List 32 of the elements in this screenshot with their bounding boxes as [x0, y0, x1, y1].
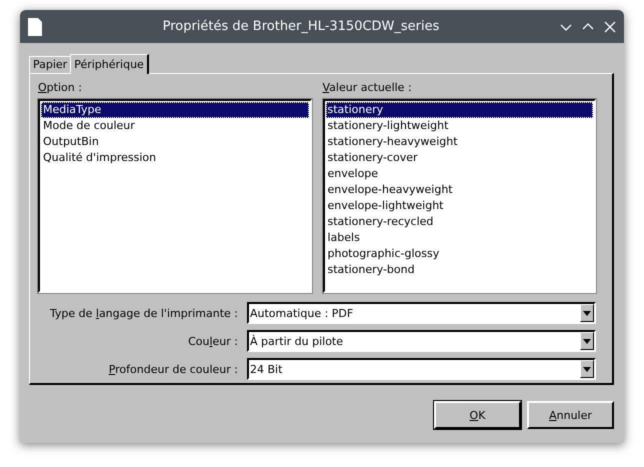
list-item[interactable]: Qualité d'impression [41, 150, 308, 166]
close-icon[interactable] [604, 20, 616, 32]
list-item[interactable]: labels [326, 230, 593, 246]
window-title: Propriétés de Brother_HL-3150CDW_series [162, 19, 440, 34]
list-item[interactable]: stationery [326, 102, 593, 118]
list-label: Option : [38, 81, 83, 96]
dropdown[interactable]: À partir du pilote [247, 330, 596, 352]
list-item[interactable]: stationery-cover [326, 150, 593, 166]
field-label: Couleur : [187, 334, 239, 348]
dropdown[interactable]: 24 Bit [247, 358, 596, 380]
list-item[interactable]: envelope [326, 166, 593, 182]
dropdown[interactable]: Automatique : PDF [247, 302, 596, 324]
field-label: Type de langage de l'imprimante : [48, 306, 239, 320]
dialog-button[interactable]: OK [434, 401, 521, 429]
list-item[interactable]: photographic-glossy [326, 246, 593, 262]
option-list[interactable]: MediaType Mode de couleur OutputBin Qualité d'impression [38, 99, 312, 293]
list-item[interactable]: stationery-lightweight [326, 118, 593, 134]
list-item[interactable]: stationery-bond [326, 262, 593, 278]
list-item[interactable]: OutputBin [41, 134, 308, 150]
list-item[interactable]: Mode de couleur [41, 118, 308, 134]
list-label: Valeur actuelle : [322, 81, 413, 96]
list-item[interactable]: envelope-lightweight [326, 198, 593, 214]
field-label: Profondeur de couleur : [108, 362, 239, 376]
value-list[interactable]: stationery stationery-lightweight stationery-heavyweight stationery-cover envelope envelope-heavyweight envelope-lightweight stationery-recycled labels photographic-glossy stationery-bond [322, 99, 596, 293]
tab[interactable]: Périphérique [70, 54, 149, 74]
list-item[interactable]: MediaType [41, 102, 308, 118]
document-icon [28, 18, 42, 36]
list-item[interactable]: stationery-heavyweight [326, 134, 593, 150]
dialog-button[interactable]: Annuler [527, 401, 614, 429]
list-item[interactable]: stationery-recycled [326, 214, 593, 230]
tab[interactable]: Papier [29, 56, 72, 73]
list-item[interactable]: envelope-heavyweight [326, 182, 593, 198]
